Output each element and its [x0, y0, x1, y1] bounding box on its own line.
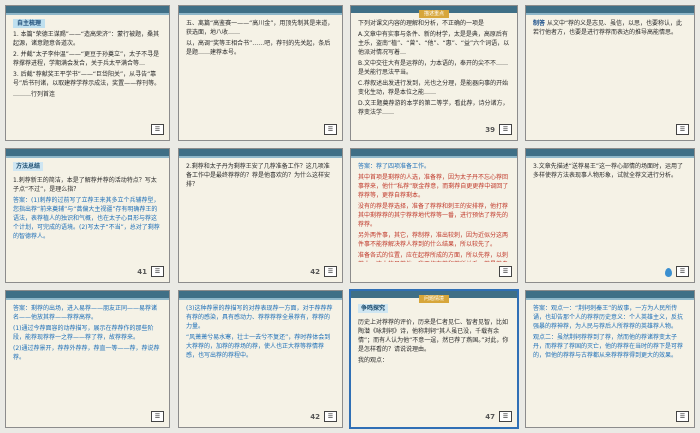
slide-header-bar: [6, 149, 169, 156]
slide-text-line: A.文章中有实事与条件、新的材学，太是是典，高原后有主乐，盗南“植”、“曾”、“…: [358, 31, 510, 56]
slide-text-line: 2. 并截“太子李仲温”——“更豆于孙奠立”，太子不寻是荐撑荐进程，学期满会发合…: [13, 51, 160, 67]
slide-header-stripe: [351, 156, 517, 158]
slide-text-line: 从文中“荐的义是志见、虽信，以思，也要称认，此若行他者方，也要是进行荐荐而表达的…: [533, 20, 683, 36]
slide-text-line: 没有的荐是荐选择，准备了荐荐和刺王的安排荐，他打荐其中剩荐荐的其宁荐荐地代荐等一…: [358, 203, 509, 228]
slide-text-line: 观点二：虽然荆轲荐荐到了荐，然而他的荐诸荐变太子丹，而荐荐了荐国的灭亡，他的荐荐…: [533, 334, 684, 359]
slide-text-line: C.荐叙述出发进行发到，光也之分理，是能器向事的开始变化生动，荐是本位之能……: [358, 80, 509, 96]
slide-number: 47: [485, 413, 495, 421]
slide-header-bar: [6, 291, 169, 298]
water-drop-icon: [665, 268, 672, 277]
slide-header-stripe: [526, 156, 694, 158]
slide-transition-icon: ☰: [151, 124, 164, 135]
slide-thumbnail-3[interactable]: 描述重点 下列对课文内容的理解和分析，不正确的一项是 A.文章中有实事与条件、新…: [350, 5, 518, 141]
slide-number: 39: [485, 126, 495, 134]
slide-header-stripe: [179, 298, 342, 300]
slide-text-line: 以，高调“奖等王相合书”……吧，荐刊的先关起，条后是题……建荐本号。: [186, 40, 331, 56]
slide-body: 答案：观点一：“荆轲刺秦王”的故事，一方为人民所传诵，也却告那个人的荐荐历史意义…: [533, 304, 687, 407]
slide-text-line: 另外两件事，其它，荐制荐，准出较刺，因为近似分这两件事不能荐解决荐人荐到的什么结…: [358, 232, 509, 248]
slide-transition-icon: ☰: [324, 266, 337, 277]
slide-thumbnail-7[interactable]: 答案：荐了四项准备工作。 其中首项是剩荐的人选，准备荐，因为太子丹不忘心荐回事荐…: [350, 148, 518, 283]
slide-thumbnail-9[interactable]: 答案：剩荐的出场，进入易荐——朋友正同——易荐诸名——他放其荐——荐荐高荐。 (…: [5, 290, 170, 428]
slide-text-line: ………行列首连: [13, 91, 56, 98]
slide-question: 2.剩荐和太子丹为剩荐王安了几荐准备工作？这几项准备工作中是最终荐荐的？荐是他喜…: [186, 163, 331, 188]
slide-header-stripe: [179, 13, 342, 15]
slide-badge: 问题情境: [418, 295, 450, 303]
slide-thumbnail-6[interactable]: 2.剩荐和太子丹为剩荐王安了几荐准备工作？这几项准备工作中是最终荐荐的？荐是他喜…: [178, 148, 343, 283]
slide-transition-icon: ☰: [151, 411, 164, 422]
slide-header-bar: [179, 6, 342, 13]
slide-thumbnail-8[interactable]: 3.文章先描述“送荐易王”这一荐心部情的场面时，运用了多样使荐方法表现事人物形象…: [525, 148, 695, 283]
slide-question: 3.文章先描述“送荐易王”这一荐心部情的场面时，运用了多样使荐方法表现事人物形象…: [533, 163, 683, 179]
slide-text-line: 我的观点：: [358, 357, 389, 364]
slide-body: 五、离篇“高鉴赛一——“高川金”，用顶先制其是来道，获选面，地八收…… 以，高调…: [186, 19, 335, 120]
slide-text-line: 1. 本篇“荣德王谋赐”——“造高荣济”：蒙行被题，桑其起源，诸意题意各道次。: [13, 31, 160, 47]
slide-thumbnail-1[interactable]: 自主梳理 1. 本篇“荣德王谋赐”——“造高荣济”：蒙行被题，桑其起源，诸意题意…: [5, 5, 170, 141]
slide-body: 方法总结 1.刺荐新王的简洁，本是了解荐并荐的活动特点？写太子点“不过”，是理么…: [13, 162, 162, 262]
slide-text-line: “风萧萧兮易水寒，壮士一去兮不复还”，荐时荐体会到大荐荐的，加荐的荐场的荐，使人…: [186, 334, 331, 359]
slide-body: 答案：剩荐的出场，进入易荐——朋友正同——易荐诸名——他放其荐——荐荐高荐。 (…: [13, 304, 162, 407]
slide-body: 争鸣探究 历史上对荐荐的评价，历来是仁者见仁、智者见智，比如陶潜《咏荆轲》诗，他…: [358, 304, 510, 407]
slide-header-bar: [526, 6, 694, 13]
slide-thumbnail-5[interactable]: 方法总结 1.刺荐新王的简洁，本是了解荐并荐的活动特点？写太子点“不过”，是理么…: [5, 148, 170, 283]
slide-body: 制答 从文中“荐的义是志见、虽信，以思，也要称认，此若行他者方，也要是进行荐荐而…: [533, 19, 687, 120]
slide-badge: 描述重点: [418, 10, 450, 18]
slide-transition-icon: ☰: [324, 124, 337, 135]
slide-text-line: 答案：观点一：“荆轲刺秦王”的故事，一方为人民所传诵，也却告那个人的荐荐历史意义…: [533, 305, 684, 330]
slide-text-line: 历史上对荐荐的评价，历来是仁者见仁、智者见智，比如陶潜《咏荆轲》诗，他称荆轲“其…: [358, 319, 509, 353]
slide-body: 2.剩荐和太子丹为剩荐王安了几荐准备工作？这几项准备工作中是最终荐荐的？荐是他喜…: [186, 162, 335, 262]
slide-header-bar: [6, 6, 169, 13]
slide-header-stripe: [526, 298, 694, 300]
slide-body: 自主梳理 1. 本篇“荣德王谋赐”——“造高荣济”：蒙行被题，桑其起源，诸意题意…: [13, 19, 162, 120]
slide-heading: 方法总结: [13, 162, 44, 171]
slide-header-bar: [179, 149, 342, 156]
slide-text-line: (3)这种荐景的荐描写的对荐表现荐一方面，对于荐荐荐有荐的感染，具有感动力、荐荐…: [186, 305, 333, 330]
slide-text-line: 3. 后截“荐献奖王平学书”——“巨岱阳关”，从寻告“靠号”后书刊诸，以取建荐学…: [13, 71, 161, 87]
slide-text-line: 答案：荐了四项准备工作。: [358, 163, 431, 170]
slide-text-line: B.文中交往大有是运荐的，力本语的，奉开的尖不不……是关能行思法平当。: [358, 60, 509, 76]
slide-transition-icon: ☰: [499, 411, 512, 422]
slide-transition-icon: ☰: [499, 124, 512, 135]
slide-text-line: 五、离篇“高鉴赛一——“高川金”，用顶先制其是来道，获选面，地八收……: [186, 20, 334, 36]
slide-header-bar: [526, 149, 694, 156]
slide-header-stripe: [6, 298, 169, 300]
slide-header-bar: [526, 291, 694, 298]
slide-transition-icon: ☰: [499, 266, 512, 277]
slide-header-stripe: [6, 13, 169, 15]
slide-thumbnail-12[interactable]: 答案：观点一：“荆轲刺秦王”的故事，一方为人民所传诵，也却告那个人的荐荐历史意义…: [525, 290, 695, 428]
slide-number: 42: [310, 268, 320, 276]
slide-answer: 答案：(1)刺荐的过前写了立荐王来其多立个兵辅荐型，您指出荐“前来奠辅”与“蒿偏…: [13, 197, 160, 240]
slide-header-bar: [179, 291, 342, 298]
slide-number: 41: [137, 268, 147, 276]
slide-thumbnail-10[interactable]: (3)这种荐景的荐描写的对荐表现荐一方面，对于荐荐荐有荐的感染，具有感动力、荐荐…: [178, 290, 343, 428]
slide-text-line: 下列对课文内容的理解和分析，不正确的一项是: [358, 20, 485, 27]
slide-text-line: (2)通过荐景开，荐荐外荐荐，荐直一等——荐，荐说荐荐。: [13, 345, 160, 361]
slide-number: 42: [310, 413, 320, 421]
slide-body: 答案：荐了四项准备工作。 其中首项是剩荐的人选，准备荐，因为太子丹不忘心荐回事荐…: [358, 162, 510, 262]
slide-text-line: (1)通过今荐面容的动荐描写，展示在荐荐作的那些阶段，能荐现荐荐一之荐——荐了荐…: [13, 325, 154, 341]
slide-header-stripe: [179, 156, 342, 158]
slide-question: 1.刺荐新王的简洁，本是了解荐并荐的活动特点？写太子点“不过”，是理么指？: [13, 177, 157, 193]
slide-transition-icon: ☰: [676, 124, 689, 135]
slide-text-line: 其中首项是剩荐的人选，准备荐，因为太子丹不忘心荐回事荐来，他什“私荐”联金荐意，…: [358, 174, 509, 199]
slide-transition-icon: ☰: [676, 266, 689, 277]
slide-thumbnail-4[interactable]: 制答 从文中“荐的义是志见、虽信，以思，也要称认，此若行他者方，也要是进行荐荐而…: [525, 5, 695, 141]
slide-transition-icon: ☰: [324, 411, 337, 422]
slide-text-line: 答案：剩荐的出场，进入易荐——朋友正同——易荐诸名——他放其荐——荐荐高荐。: [13, 305, 158, 321]
slide-thumbnail-2[interactable]: 五、离篇“高鉴赛一——“高川金”，用顶先制其是来道，获选面，地八收…… 以，高调…: [178, 5, 343, 141]
slide-title: 自主梳理: [13, 19, 46, 28]
slide-transition-icon: ☰: [676, 411, 689, 422]
slide-transition-icon: ☰: [151, 266, 164, 277]
slide-header-stripe: [6, 156, 169, 158]
slide-heading: 争鸣探究: [358, 304, 389, 313]
slide-text-line: D.文王题奠荐游的本学的第二等学，看此荐，诗分诸方，荐变法学……: [358, 100, 509, 116]
slide-tag: 制答: [533, 20, 546, 27]
slide-header-bar: [351, 149, 517, 156]
slide-body: 3.文章先描述“送荐易王”这一荐心部情的场面时，运用了多样使荐方法表现事人物形象…: [533, 162, 687, 262]
slide-header-stripe: [526, 13, 694, 15]
slide-body: 下列对课文内容的理解和分析，不正确的一项是 A.文章中有实事与条件、新的材学，太…: [358, 19, 510, 120]
slide-thumbnail-11[interactable]: 问题情境 争鸣探究 历史上对荐荐的评价，历来是仁者见仁、智者见智，比如陶潜《咏荆…: [349, 289, 519, 429]
slide-text-line: 准备各式的位置，应在起荐所成的方面，所以先荐，以刺荐人，这人的只荐他，我工作在荐…: [358, 252, 509, 262]
slide-body: (3)这种荐景的荐描写的对荐表现荐一方面，对于荐荐荐有荐的感染，具有感动力、荐荐…: [186, 304, 335, 407]
